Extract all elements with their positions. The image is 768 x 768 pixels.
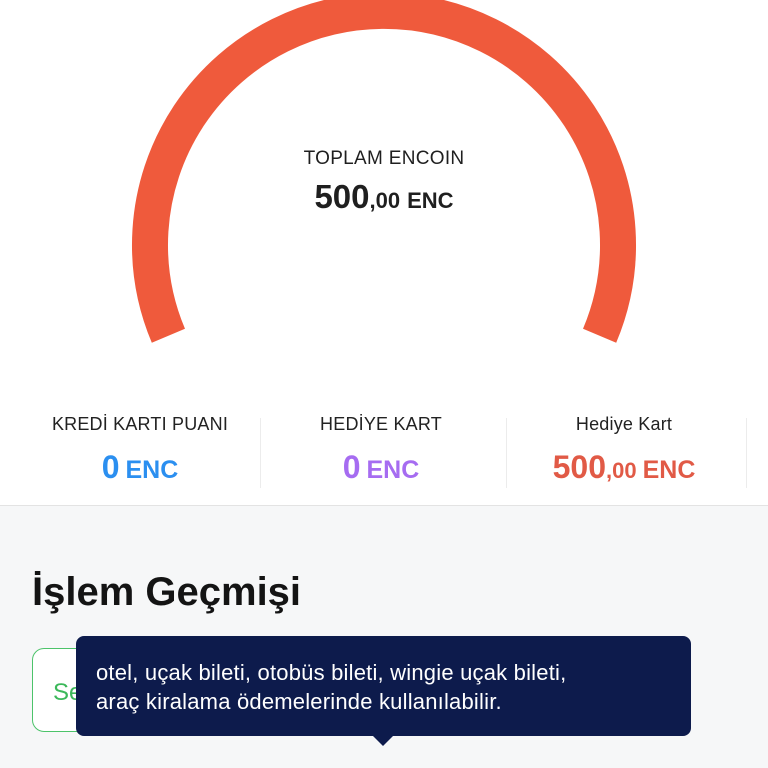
usage-info-tooltip: otel, uçak bileti, otobüs bileti, wingie…	[76, 636, 691, 736]
balance-value-dec: ,00	[606, 458, 637, 483]
balance-value-unit: ENC	[642, 456, 696, 484]
balance-value-unit: ENC	[366, 456, 420, 484]
balance-breakdown: KREDİ KARTI PUANI 0 ENC HEDİYE KART 0 ENC …	[0, 410, 768, 506]
balance-value-unit: ENC	[125, 456, 179, 484]
tooltip-line-2: araç kiralama ödemelerinde kullanılabili…	[96, 689, 502, 714]
balance-value-int: 0	[342, 449, 361, 485]
balance-label: HEDİYE KART	[320, 414, 442, 434]
gauge-arc	[132, 0, 636, 343]
credit-card-points-balance[interactable]: KREDİ KARTI PUANI 0 ENC	[15, 410, 265, 486]
balance-value-int: 0	[101, 449, 120, 485]
balance-label: Hediye Kart	[575, 414, 673, 434]
transaction-history-title: İşlem Geçmişi	[32, 570, 302, 614]
total-encoin-label: TOPLAM ENCOIN	[303, 148, 465, 169]
tooltip-arrow	[372, 735, 394, 746]
tooltip-line-1: otel, uçak bileti, otobüs bileti, wingie…	[96, 660, 567, 685]
gift-card-balance[interactable]: HEDİYE KART 0 ENC	[256, 410, 506, 486]
column-divider	[746, 418, 747, 488]
column-divider	[506, 418, 507, 488]
column-divider	[260, 418, 261, 488]
total-value-dec: ,00	[369, 188, 401, 213]
total-encoin-value: 500,00 ENC	[0, 178, 768, 216]
encoin-wallet-screen: TOPLAM ENCOIN 500,00 ENC KREDİ KARTI PUAN…	[0, 0, 768, 768]
balance-label: KREDİ KARTI PUANI	[51, 414, 229, 434]
total-value-unit: ENC	[407, 188, 454, 213]
total-value-int: 500	[314, 178, 370, 215]
balance-value: 0 ENC	[256, 449, 506, 486]
balance-value: 0 ENC	[15, 449, 265, 486]
hediye-kart-balance[interactable]: Hediye Kart 500,00 ENC	[499, 410, 749, 486]
balance-value-int: 500	[552, 449, 606, 485]
balance-value: 500,00 ENC	[499, 449, 749, 486]
